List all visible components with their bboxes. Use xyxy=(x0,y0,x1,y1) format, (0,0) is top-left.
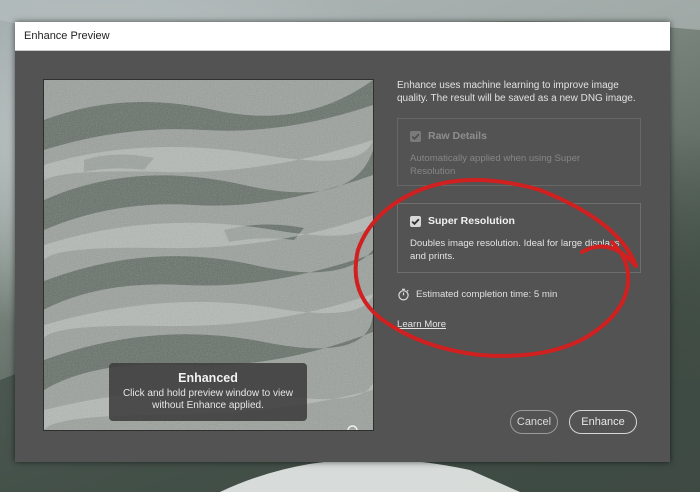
checkmark-icon xyxy=(411,218,420,226)
overlay-hint-line-2: without Enhance applied. xyxy=(152,400,264,411)
super-resolution-option: Super Resolution Doubles image resolutio… xyxy=(397,203,641,273)
raw-details-checkbox xyxy=(410,131,421,142)
title-bar: Enhance Preview xyxy=(15,22,670,51)
raw-details-note-line-1: Automatically applied when using Super xyxy=(410,153,581,164)
zoom-icon[interactable] xyxy=(346,424,362,430)
checkmark-icon xyxy=(411,133,420,141)
super-resolution-note-line-1: Doubles image resolution. Ideal for larg… xyxy=(410,238,620,249)
dialog-title: Enhance Preview xyxy=(24,30,110,42)
super-resolution-label[interactable]: Super Resolution xyxy=(428,215,515,227)
description-line-2: quality. The result will be saved as a n… xyxy=(397,93,636,104)
enhance-preview-dialog: Enhance Preview Enhanced Click and hold … xyxy=(15,22,670,462)
stopwatch-icon xyxy=(398,288,409,301)
overlay-hint-line-1: Click and hold preview window to view xyxy=(122,388,294,399)
raw-details-note-line-2: Resolution xyxy=(410,165,456,177)
learn-more-link[interactable]: Learn More xyxy=(397,319,446,330)
raw-details-label: Raw Details xyxy=(428,130,487,142)
cancel-button[interactable]: Cancel xyxy=(510,410,558,434)
super-resolution-note: Doubles image resolution. Ideal for larg… xyxy=(410,238,630,263)
description-line-1: Enhance uses machine learning to improve… xyxy=(397,80,619,91)
super-resolution-checkbox[interactable] xyxy=(410,216,421,227)
preview-window[interactable]: Enhanced Click and hold preview window t… xyxy=(43,79,374,431)
raw-details-option: Raw Details Automatically applied when u… xyxy=(397,118,641,186)
estimated-time-text: Estimated completion time: 5 min xyxy=(416,289,558,300)
overlay-title: Enhanced xyxy=(178,371,238,385)
preview-overlay: Enhanced Click and hold preview window t… xyxy=(109,363,307,421)
enhance-button[interactable]: Enhance xyxy=(569,410,637,434)
enhance-description: Enhance uses machine learning to improve… xyxy=(397,79,647,105)
raw-details-note: Automatically applied when using Super R… xyxy=(410,153,630,178)
super-resolution-note-line-2: and prints. xyxy=(410,250,455,262)
